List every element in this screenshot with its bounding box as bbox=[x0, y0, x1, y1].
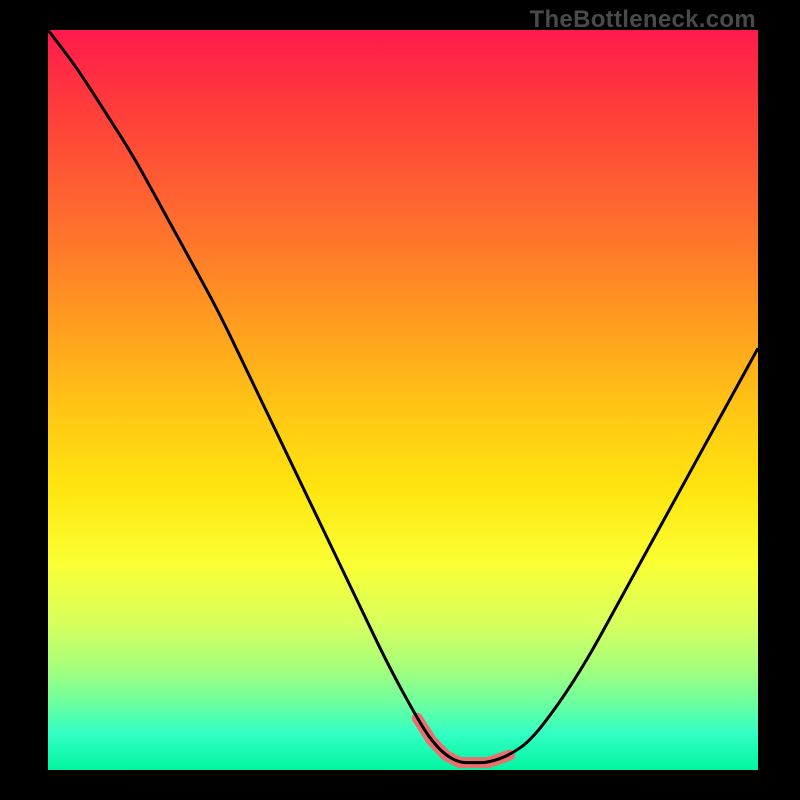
plot-area bbox=[48, 30, 758, 770]
chart-svg bbox=[48, 30, 758, 770]
chart-frame: TheBottleneck.com bbox=[0, 0, 800, 800]
main-curve bbox=[48, 30, 758, 763]
watermark-text: TheBottleneck.com bbox=[530, 6, 756, 34]
